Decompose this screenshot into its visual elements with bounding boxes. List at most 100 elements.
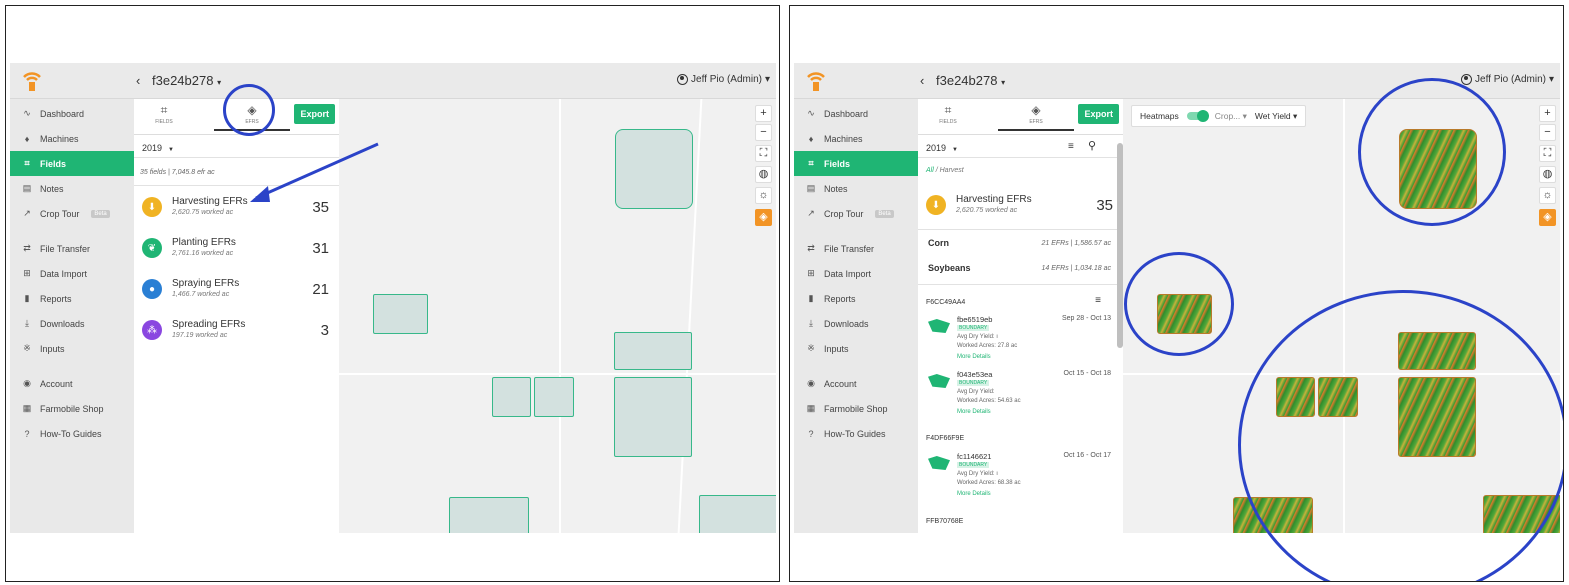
nav-icon: ※ xyxy=(23,343,31,353)
sidebar-item-notes[interactable]: ▤ Notes xyxy=(794,176,918,201)
field-boundary[interactable] xyxy=(614,332,692,370)
user-menu[interactable]: Jeff Pio (Admin) ▾ xyxy=(1461,74,1554,85)
globe-icon[interactable]: ◍ xyxy=(1539,166,1556,183)
sidebar-item-file-transfer[interactable]: ⇄ File Transfer xyxy=(10,236,134,261)
field-boundary[interactable] xyxy=(614,377,692,457)
nav-icon: ※ xyxy=(807,343,815,353)
breadcrumb[interactable]: All / Harvest xyxy=(926,167,964,174)
sidebar-item-downloads[interactable]: ⤓ Downloads xyxy=(794,311,918,336)
crop-row[interactable]: Corn 21 EFRs | 1,586.57 ac xyxy=(928,232,1111,254)
sidebar-item-data-import[interactable]: ⊞ Data Import xyxy=(794,261,918,286)
sidebar-item-farmobile-shop[interactable]: ▦ Farmobile Shop xyxy=(794,396,918,421)
farm-selector[interactable]: f3e24b278 ▾ xyxy=(152,73,221,88)
nav-icon: ⇄ xyxy=(23,243,31,253)
filter-icon[interactable]: ≡ xyxy=(1068,141,1074,152)
sidebar-item-fields[interactable]: ⌗ Fields xyxy=(794,151,918,176)
nav-icon: ♦ xyxy=(24,133,30,144)
nav-icon: ⌗ xyxy=(24,158,30,168)
tab-efrs[interactable]: ◈ EFRS xyxy=(998,103,1074,131)
weather-icon[interactable]: ☼ xyxy=(755,187,772,204)
sort-icon[interactable]: ≡ xyxy=(1095,295,1101,306)
sidebar-item-account[interactable]: ◉ Account xyxy=(794,371,918,396)
field-map[interactable]: + − ⛶ ◍ ☼ ◈ xyxy=(339,99,776,533)
efr-category-3[interactable]: ⁂ Spreading EFRs 197.19 worked ac 3 xyxy=(142,316,329,352)
field-boundary[interactable] xyxy=(699,495,776,533)
zoom-in-button[interactable]: + xyxy=(755,105,772,122)
zoom-in-button[interactable]: + xyxy=(1539,105,1556,122)
export-button[interactable]: Export xyxy=(294,104,335,124)
more-details-link[interactable]: More Details xyxy=(957,354,991,360)
sidebar-item-dashboard[interactable]: ∿ Dashboard xyxy=(10,101,134,126)
sidebar-item-data-import[interactable]: ⊞ Data Import xyxy=(10,261,134,286)
user-menu[interactable]: Jeff Pio (Admin) ▾ xyxy=(677,74,770,85)
sidebar-item-dashboard[interactable]: ∿ Dashboard xyxy=(794,101,918,126)
sidebar-item-reports[interactable]: ▮ Reports xyxy=(794,286,918,311)
field-boundary[interactable] xyxy=(534,377,574,417)
boundary-badge: BOUNDARY xyxy=(957,380,990,386)
export-button[interactable]: Export xyxy=(1078,104,1119,124)
farm-selector[interactable]: f3e24b278 ▾ xyxy=(936,73,1005,88)
sidebar-item-farmobile-shop[interactable]: ▦ Farmobile Shop xyxy=(10,396,134,421)
sidebar-item-notes[interactable]: ▤ Notes xyxy=(10,176,134,201)
efr-category-1[interactable]: ❦ Planting EFRs 2,761.16 worked ac 31 xyxy=(142,234,329,270)
field-boundary[interactable] xyxy=(492,377,531,417)
harvest-summary[interactable]: ⬇ Harvesting EFRs 2,620.75 worked ac 35 xyxy=(926,191,1113,227)
nav-icon: ♦ xyxy=(808,133,814,144)
highlight-circle xyxy=(1124,252,1234,356)
sidebar-item-how-to-guides[interactable]: ? How-To Guides xyxy=(10,421,134,446)
back-button[interactable]: ‹ xyxy=(136,73,140,88)
layers-icon[interactable]: ◈ xyxy=(1539,209,1556,226)
sidebar-item-downloads[interactable]: ⤓ Downloads xyxy=(10,311,134,336)
sidebar-item-fields[interactable]: ⌗ Fields xyxy=(10,151,134,176)
fullscreen-icon[interactable]: ⛶ xyxy=(1539,145,1556,162)
nav-icon: ▤ xyxy=(22,183,32,193)
crop-row[interactable]: Soybeans 14 EFRs | 1,034.18 ac xyxy=(928,257,1111,279)
nav-icon: ? xyxy=(808,428,814,439)
nav-icon: ? xyxy=(24,428,30,439)
zoom-out-button[interactable]: − xyxy=(755,124,772,141)
sidebar-item-account[interactable]: ◉ Account xyxy=(10,371,134,396)
sidebar-item-file-transfer[interactable]: ⇄ File Transfer xyxy=(794,236,918,261)
efr-record[interactable]: f043e53ea BOUNDARY Avg Dry Yield: Worked Ac… xyxy=(926,370,1111,440)
harvest-list-panel: ⌗ FIELDS ◈ EFRS Export 2019 ▼ ≡ ⚲ All / Har… xyxy=(918,99,1123,533)
fullscreen-icon[interactable]: ⛶ xyxy=(755,145,772,162)
globe-icon[interactable]: ◍ xyxy=(755,166,772,183)
nav-icon: ▦ xyxy=(22,403,32,413)
fields-icon: ⌗ xyxy=(160,103,168,117)
layer-dropdown[interactable]: Wet Yield ▾ xyxy=(1255,111,1297,122)
sidebar-item-reports[interactable]: ▮ Reports xyxy=(10,286,134,311)
tab-fields[interactable]: ⌗ FIELDS xyxy=(928,103,968,125)
more-details-link[interactable]: More Details xyxy=(957,409,991,415)
back-button[interactable]: ‹ xyxy=(920,73,924,88)
sidebar-item-inputs[interactable]: ※ Inputs xyxy=(10,336,134,361)
fields-icon: ⌗ xyxy=(944,103,952,117)
field-boundary[interactable] xyxy=(449,497,529,533)
sidebar-item-machines[interactable]: ♦ Machines xyxy=(794,126,918,151)
sidebar-item-inputs[interactable]: ※ Inputs xyxy=(794,336,918,361)
nav-icon: ⌗ xyxy=(808,158,814,168)
nav-icon: ∿ xyxy=(23,108,31,118)
efr-category-2[interactable]: ● Spraying EFRs 1,466.7 worked ac 21 xyxy=(142,275,329,311)
nav-icon: ◉ xyxy=(23,378,31,388)
field-boundary[interactable] xyxy=(615,129,693,209)
layers-icon[interactable]: ◈ xyxy=(755,209,772,226)
tab-fields[interactable]: ⌗ FIELDS xyxy=(144,103,184,125)
year-selector[interactable]: 2019 ▼ xyxy=(142,143,174,153)
efr-record[interactable]: fc1146621 BOUNDARY Avg Dry Yield: ı Worked … xyxy=(926,452,1111,522)
nav-icon: ▦ xyxy=(806,403,816,413)
field-thumbnail xyxy=(928,319,950,333)
zoom-out-button[interactable]: − xyxy=(1539,124,1556,141)
sidebar-item-crop-tour[interactable]: ↗ Crop Tour Beta xyxy=(794,201,918,226)
weather-icon[interactable]: ☼ xyxy=(1539,187,1556,204)
leaf-icon: ❦ xyxy=(142,238,162,258)
user-icon xyxy=(677,74,689,85)
heatmap-toggle[interactable] xyxy=(1186,110,1209,122)
search-icon[interactable]: ⚲ xyxy=(1088,139,1096,152)
year-selector[interactable]: 2019 ▼ xyxy=(926,143,958,153)
sidebar-item-how-to-guides[interactable]: ? How-To Guides xyxy=(794,421,918,446)
more-details-link[interactable]: More Details xyxy=(957,491,991,497)
crop-dropdown[interactable]: Crop... ▾ xyxy=(1215,111,1247,122)
sidebar-item-crop-tour[interactable]: ↗ Crop Tour Beta xyxy=(10,201,134,226)
sidebar-item-machines[interactable]: ♦ Machines xyxy=(10,126,134,151)
field-boundary[interactable] xyxy=(373,294,428,334)
